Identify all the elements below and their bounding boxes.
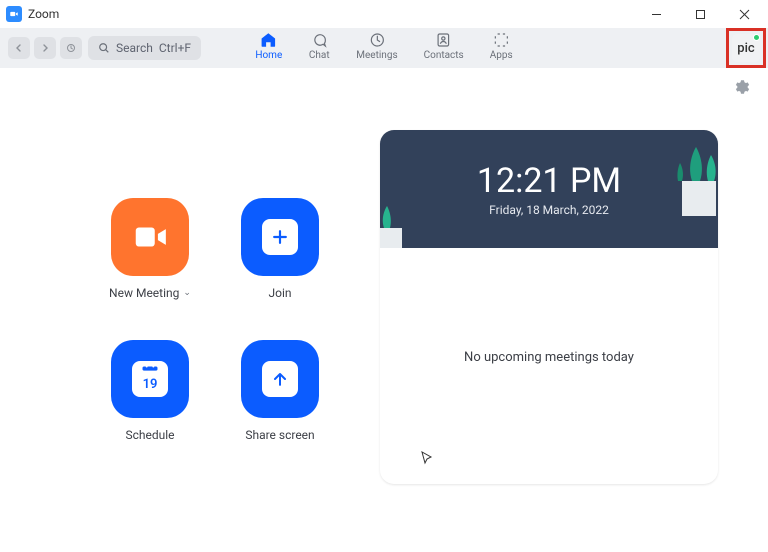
- plus-icon: [262, 219, 298, 255]
- nav-chat[interactable]: Chat: [308, 31, 330, 61]
- history-group: [8, 37, 82, 59]
- contacts-icon: [433, 31, 455, 49]
- chat-icon: [308, 31, 330, 49]
- card-header: 12:21 PM Friday, 18 March, 2022: [380, 130, 718, 248]
- nav-meetings[interactable]: Meetings: [356, 31, 397, 61]
- search-label: Search: [116, 41, 153, 55]
- clock-date: Friday, 18 March, 2022: [489, 203, 609, 217]
- apps-icon: [490, 31, 512, 49]
- toolbar: Search Ctrl+F Home Chat Meetings Conta: [0, 28, 768, 68]
- presence-indicator: [753, 34, 760, 41]
- plant-decoration-icon: [380, 180, 422, 248]
- join-label: Join: [268, 286, 291, 300]
- nav-chat-label: Chat: [309, 50, 330, 61]
- search-icon: [98, 42, 110, 54]
- cursor-icon: [420, 450, 436, 470]
- nav-apps[interactable]: Apps: [490, 31, 513, 61]
- action-share-screen[interactable]: Share screen: [225, 340, 335, 442]
- schedule-tile: 19: [111, 340, 189, 418]
- new-meeting-tile: [111, 198, 189, 276]
- close-button[interactable]: [722, 0, 766, 28]
- minimize-button[interactable]: [634, 0, 678, 28]
- forward-button[interactable]: [34, 37, 56, 59]
- arrow-up-icon: [262, 361, 298, 397]
- action-join[interactable]: Join: [225, 198, 335, 300]
- action-new-meeting[interactable]: New Meeting ⌄: [95, 198, 205, 300]
- title-bar: Zoom: [0, 0, 768, 28]
- new-meeting-label: New Meeting: [109, 286, 179, 300]
- profile-avatar[interactable]: pic: [732, 34, 760, 62]
- app-icon: [6, 6, 22, 22]
- avatar-text: pic: [737, 41, 754, 56]
- share-screen-label: Share screen: [245, 428, 314, 442]
- maximize-button[interactable]: [678, 0, 722, 28]
- search-box[interactable]: Search Ctrl+F: [88, 36, 201, 60]
- nav-home-label: Home: [255, 50, 282, 61]
- nav-meetings-label: Meetings: [356, 50, 397, 61]
- join-tile: [241, 198, 319, 276]
- home-icon: [258, 31, 280, 49]
- clock-time: 12:21 PM: [477, 161, 621, 201]
- back-button[interactable]: [8, 37, 30, 59]
- nav-contacts-label: Contacts: [424, 50, 464, 61]
- plant-decoration-icon: [642, 130, 718, 216]
- nav-home[interactable]: Home: [255, 31, 282, 61]
- empty-state-text: No upcoming meetings today: [380, 350, 718, 365]
- share-screen-tile: [241, 340, 319, 418]
- window-title: Zoom: [28, 7, 59, 21]
- main-nav: Home Chat Meetings Contacts Apps: [255, 28, 512, 68]
- calendar-icon: 19: [132, 361, 168, 397]
- schedule-label: Schedule: [125, 428, 174, 442]
- main-area: New Meeting ⌄ Join 19: [0, 68, 768, 552]
- search-shortcut: Ctrl+F: [159, 41, 191, 55]
- window-controls: [634, 0, 766, 28]
- chevron-down-icon[interactable]: ⌄: [183, 288, 191, 298]
- nav-apps-label: Apps: [490, 50, 513, 61]
- action-schedule[interactable]: 19 Schedule: [95, 340, 205, 442]
- actions-panel: New Meeting ⌄ Join 19: [0, 68, 380, 552]
- history-button[interactable]: [60, 37, 82, 59]
- avatar-wrap: pic: [732, 34, 760, 62]
- upcoming-card: 12:21 PM Friday, 18 March, 2022 No upcom…: [380, 130, 718, 484]
- nav-contacts[interactable]: Contacts: [424, 31, 464, 61]
- meetings-icon: [366, 31, 388, 49]
